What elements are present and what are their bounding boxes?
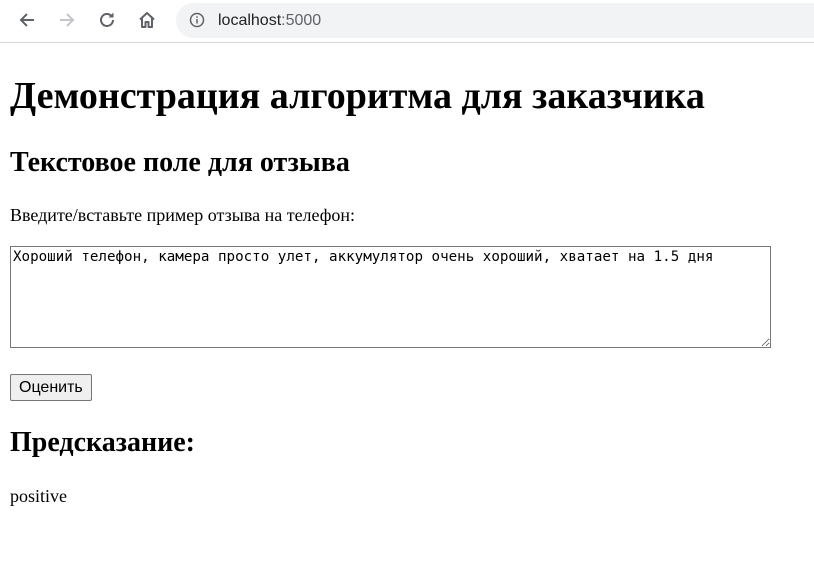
home-icon [139, 12, 155, 28]
home-button[interactable] [134, 7, 160, 33]
reload-icon [100, 12, 114, 27]
url-text[interactable]: localhost:5000 [218, 11, 321, 30]
url-port: :5000 [281, 12, 322, 29]
arrow-left-icon [19, 13, 34, 27]
back-button[interactable] [14, 7, 40, 33]
review-textarea[interactable]: Хороший телефон, камера просто улет, акк… [10, 246, 771, 348]
page-title: Демонстрация алгоритма для заказчика [10, 75, 705, 117]
reload-button[interactable] [94, 7, 120, 33]
prediction-value: positive [10, 486, 67, 506]
browser-toolbar: localhost:5000 [0, 0, 814, 43]
url-host: localhost [218, 12, 282, 29]
section-heading: Текстовое поле для отзыва [10, 147, 350, 178]
prediction-heading: Предсказание: [10, 427, 195, 458]
info-icon[interactable] [189, 12, 205, 28]
arrow-right-icon [60, 13, 75, 27]
forward-button[interactable] [54, 7, 80, 33]
address-bar[interactable]: localhost:5000 [176, 3, 814, 38]
evaluate-button[interactable]: Оценить [10, 374, 92, 401]
prompt-label: Введите/вставьте пример отзыва на телефо… [10, 205, 356, 225]
